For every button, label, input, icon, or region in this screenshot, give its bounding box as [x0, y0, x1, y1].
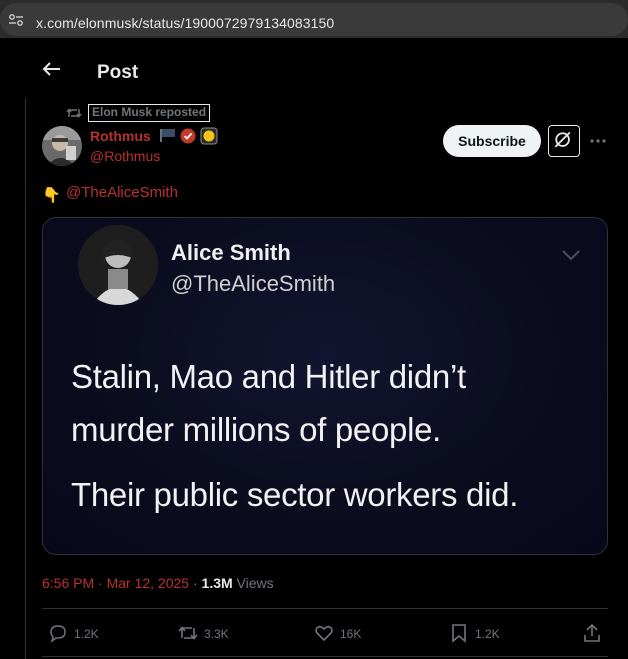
heart-icon [315, 625, 333, 642]
column-divider [25, 98, 26, 659]
quoted-name: Alice Smith [171, 240, 291, 265]
chevron-down-icon [562, 250, 580, 261]
mention-link[interactable]: @TheAliceSmith [66, 184, 178, 201]
repost-label[interactable]: Elon Musk reposted [88, 104, 211, 122]
share-icon [584, 623, 600, 642]
grok-icon [554, 131, 571, 148]
page-title: Post [97, 62, 139, 83]
views-count: 1.3M [201, 575, 233, 591]
divider [42, 608, 608, 609]
more-options-icon[interactable] [588, 131, 608, 151]
like-count: 16K [340, 627, 362, 641]
repost-icon [66, 108, 82, 118]
post-page: Post Elon Musk reposted Rothmus @Rothmus… [0, 38, 628, 659]
affiliate-badge-icon [200, 127, 218, 145]
repost-action-icon [178, 626, 198, 640]
post-header: Post [26, 38, 628, 98]
post-timestamp[interactable]: 6:56 PM · Mar 12, 2025 [42, 575, 189, 591]
views-label: Views [232, 575, 274, 591]
tweet-image[interactable]: Alice Smith @TheAliceSmith Stalin, Mao a… [42, 217, 608, 555]
bookmark-icon [452, 624, 466, 643]
grok-button[interactable] [548, 125, 580, 157]
quoted-text-line-3: Their public sector workers did. [71, 476, 519, 513]
browser-toolbar: x.com/elonmusk/status/190007297913408315… [0, 0, 628, 38]
quoted-handle: @TheAliceSmith [171, 271, 336, 296]
pointing-down-emoji: 👇 [42, 187, 61, 204]
meta-separator: · [189, 575, 202, 591]
verified-badge-icon [180, 128, 196, 144]
post-meta: 6:56 PM · Mar 12, 2025 · 1.3M Views [42, 575, 274, 591]
address-bar[interactable]: x.com/elonmusk/status/190007297913408315… [0, 3, 628, 36]
back-arrow-icon[interactable] [42, 60, 62, 78]
subscribe-button[interactable]: Subscribe [443, 125, 541, 157]
reply-icon [50, 625, 66, 643]
quoted-avatar [78, 225, 158, 305]
author-avatar[interactable] [42, 126, 82, 166]
tweet-text: 👇 @TheAliceSmith [42, 184, 178, 204]
quoted-text-line-2: murder millions of people. [71, 411, 442, 448]
repost-count: 3.3K [204, 627, 229, 641]
author-name[interactable]: Rothmus [90, 128, 151, 144]
bookmark-count: 1.2K [475, 627, 500, 641]
quoted-text-line-1: Stalin, Mao and Hitler didn’t [71, 358, 466, 395]
flag-icon [160, 129, 175, 142]
site-settings-icon[interactable] [8, 13, 24, 27]
reply-count: 1.2K [74, 627, 99, 641]
divider [42, 656, 608, 657]
author-handle[interactable]: @Rothmus [90, 148, 160, 164]
url-text[interactable]: x.com/elonmusk/status/190007297913408315… [36, 15, 334, 31]
